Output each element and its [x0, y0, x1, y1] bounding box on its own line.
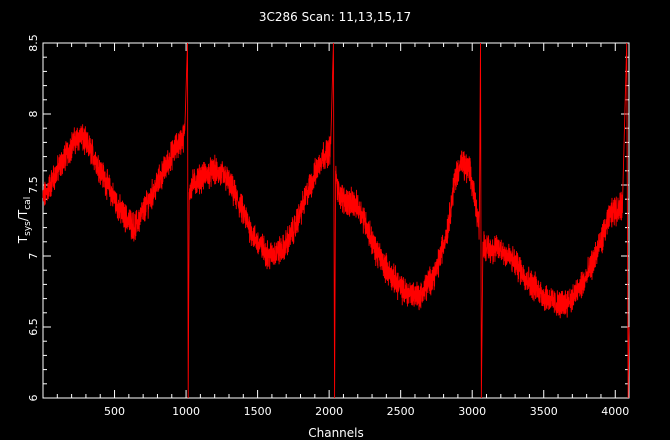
- y-axis-label: Tsys/Tcal: [16, 197, 33, 244]
- x-axis-ticks: 500 1000 1500 2000 2500 3000 3500 4000: [56, 43, 629, 418]
- y-label-sub1: sys: [23, 221, 33, 236]
- x-tick-label: 1000: [172, 405, 200, 418]
- y-tick-label: 7.5: [27, 176, 40, 194]
- x-tick-label: 2000: [315, 405, 343, 418]
- x-tick-label: 2500: [387, 405, 415, 418]
- x-tick-label: 4000: [601, 405, 629, 418]
- chart-title: 3C286 Scan: 11,13,15,17: [259, 10, 411, 24]
- y-label-sub2: cal: [23, 197, 33, 210]
- x-tick-label: 1500: [244, 405, 272, 418]
- y-tick-label: 7: [27, 253, 40, 260]
- y-tick-label: 6: [27, 395, 40, 402]
- x-tick-label: 3000: [458, 405, 486, 418]
- x-tick-label: 3500: [530, 405, 558, 418]
- series-line: [42, 42, 630, 399]
- chart-container: 3C286 Scan: 11,13,15,17 500 1000 1500 2000 2…: [0, 0, 670, 440]
- y-tick-label: 6.5: [27, 318, 40, 336]
- series-layer: [42, 42, 630, 399]
- y-tick-label: 8: [27, 111, 40, 118]
- y-tick-label: 8.5: [27, 34, 40, 52]
- chart-svg: 3C286 Scan: 11,13,15,17 500 1000 1500 2000 2…: [16, 10, 630, 440]
- x-tick-label: 500: [104, 405, 125, 418]
- x-axis-label: Channels: [308, 426, 364, 440]
